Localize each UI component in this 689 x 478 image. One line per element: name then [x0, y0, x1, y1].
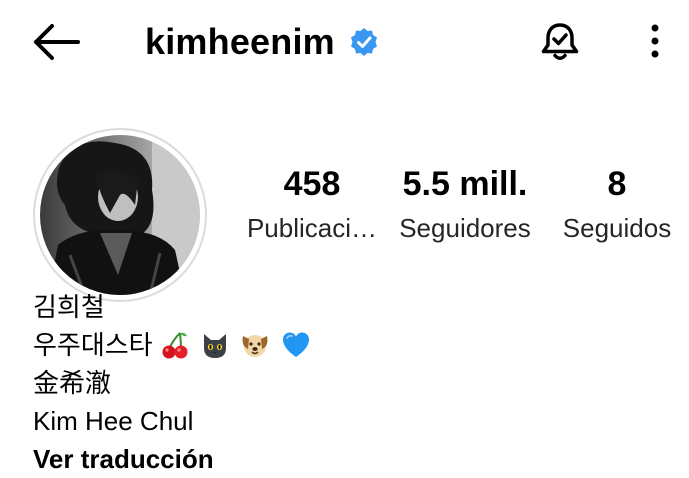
bio-line-korean-name: 김희철: [33, 292, 105, 322]
see-translation-link[interactable]: Ver traducción: [33, 440, 314, 478]
bio-line-title: 우주대스타: [33, 326, 314, 364]
bio-line-hanja-name: 金希澈: [33, 368, 112, 398]
following-label: Seguidos: [562, 213, 672, 243]
profile-username: kimheenim: [145, 21, 335, 62]
stat-following[interactable]: 8 Seguidos: [556, 162, 678, 246]
followers-count: 5.5 mill.: [402, 165, 528, 203]
more-options-button[interactable]: [640, 22, 670, 62]
bio-title-text: 우주대스타: [33, 330, 153, 360]
avatar[interactable]: [40, 135, 200, 295]
following-count: 8: [607, 165, 627, 203]
notifications-button[interactable]: [538, 20, 582, 64]
profile-header: kimheenim: [0, 0, 689, 84]
bio-line-romanized-name: Kim Hee Chul: [33, 406, 194, 436]
stat-followers[interactable]: 5.5 mill. Seguidores: [392, 162, 538, 246]
profile-photo: [40, 135, 200, 295]
black-cat-emoji-icon: [204, 334, 227, 358]
posts-label: Publicaci…: [246, 213, 378, 243]
dog-face-emoji-icon: [242, 335, 268, 357]
back-button[interactable]: [28, 22, 84, 62]
cherries-emoji-icon: [162, 332, 188, 359]
arrow-left-icon: [34, 24, 80, 60]
verified-badge-icon: [350, 28, 377, 56]
posts-count: 458: [283, 165, 341, 203]
blue-heart-emoji-icon: [282, 332, 309, 357]
stat-posts[interactable]: 458 Publicaci…: [244, 162, 380, 246]
profile-bio: 김희철 우주대스타 金希澈 Kim Hee Chul Ver traducció…: [33, 288, 314, 478]
vertical-dots-icon: [651, 24, 659, 58]
bell-check-icon: [541, 23, 579, 60]
followers-label: Seguidores: [399, 213, 531, 243]
username-row: kimheenim: [145, 18, 379, 66]
